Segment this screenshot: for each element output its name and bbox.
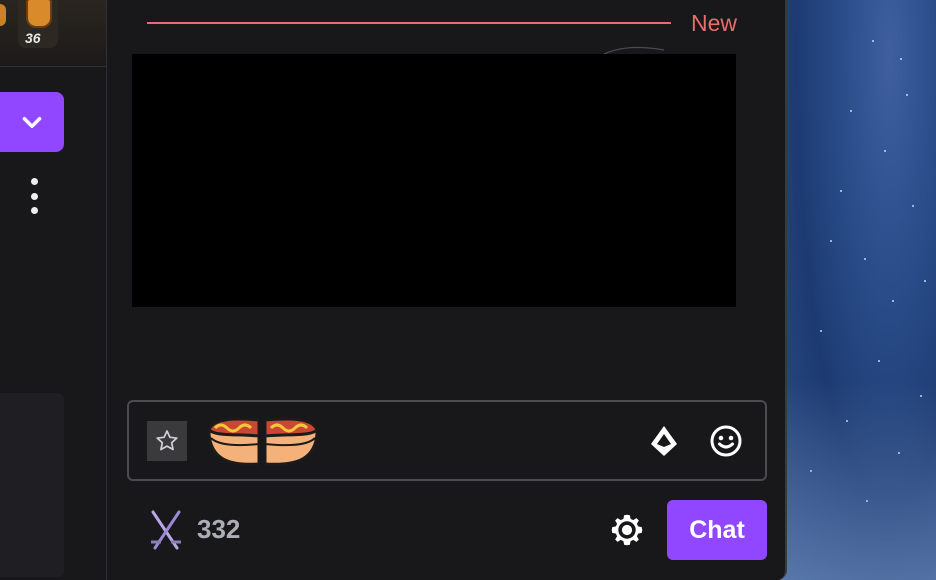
chevron-down-icon: [22, 117, 42, 129]
desktop-background: [780, 0, 936, 580]
kebab-dot: [30, 207, 38, 214]
favorite-button[interactable]: [147, 421, 187, 461]
new-messages-divider: [147, 22, 671, 24]
media-embed: [132, 54, 736, 307]
chat-send-button[interactable]: Chat: [667, 500, 767, 560]
chat-panel: New 332 Chat: [106, 0, 787, 580]
channel-points-count: 332: [197, 514, 241, 544]
chat-input[interactable]: [127, 400, 767, 481]
shield-icon: [26, 0, 52, 28]
star-icon: [156, 430, 178, 451]
badge-strip: 36: [0, 0, 106, 67]
kebab-dot: [30, 192, 38, 200]
dropdown-button[interactable]: [0, 92, 64, 152]
hotdog-emote: [207, 417, 319, 466]
badge-icon: [0, 4, 6, 26]
side-card: [0, 393, 64, 577]
more-options-button[interactable]: [26, 178, 42, 214]
badge-count: 36: [25, 30, 41, 46]
crossed-swords-icon[interactable]: [149, 508, 183, 552]
kebab-dot: [30, 178, 38, 185]
new-messages-label: New: [691, 10, 738, 36]
bits-icon[interactable]: [649, 424, 679, 458]
left-panel: 36: [0, 0, 106, 580]
gear-icon[interactable]: [609, 512, 645, 548]
smiley-icon[interactable]: [709, 424, 743, 458]
